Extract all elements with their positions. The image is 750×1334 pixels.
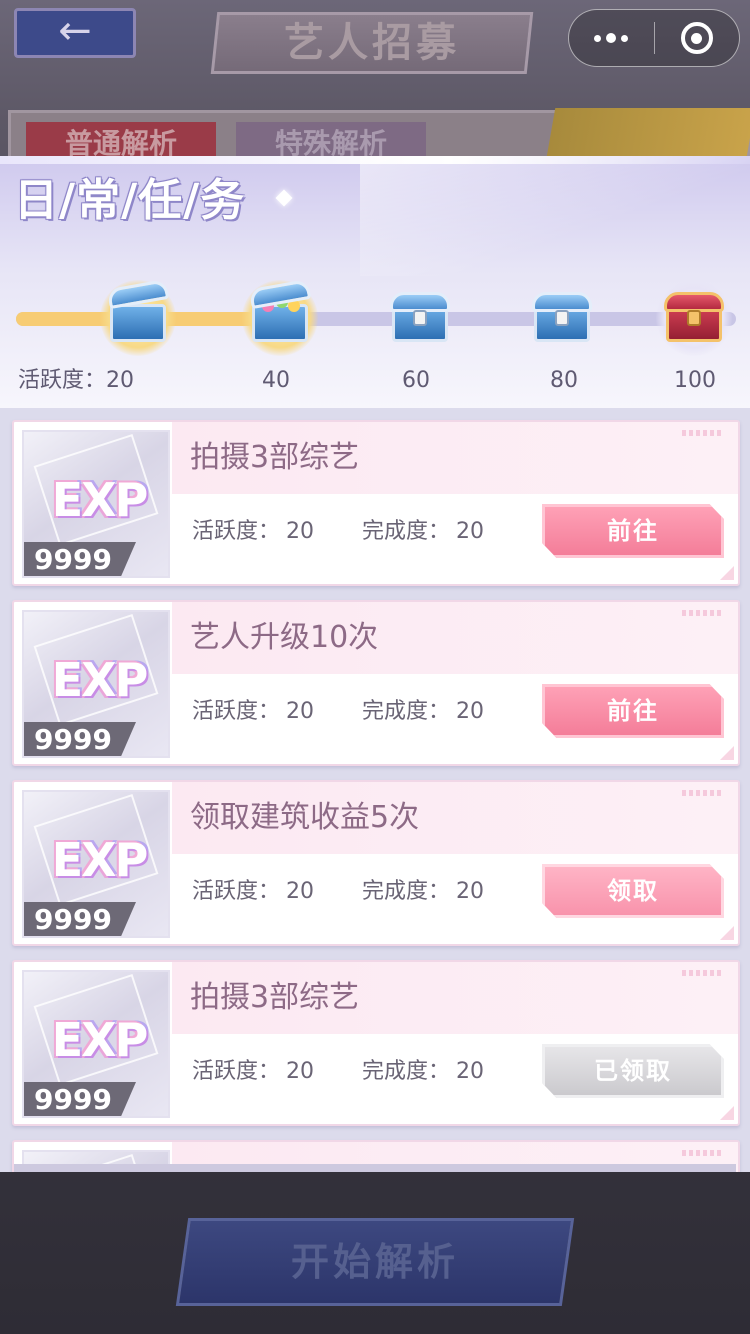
chest-gems-icon[interactable] (242, 278, 318, 356)
task-activity: 活跃度： 20 (192, 879, 315, 904)
start-analysis-label: 开始解析 (290, 1239, 459, 1284)
milestone-label: 80 (550, 368, 578, 393)
reward-quantity: 9999 (34, 1083, 112, 1116)
task-activity: 活跃度： 20 (192, 519, 315, 544)
exp-reward-icon: EXP 9999 (22, 610, 170, 758)
task-card: EXP 9999 拍摄3部综艺 活跃度： 20 完成度： 20 前往 (12, 420, 740, 586)
daily-task-panel: 日/常/任/务 活跃度：20 40 60 80 100 EXP 9999 拍摄3… (0, 156, 750, 1172)
ellipsis-icon (606, 33, 617, 43)
go-button[interactable]: 前往 (542, 504, 724, 558)
milestone-label: 100 (674, 368, 716, 393)
reward-quantity: 9999 (34, 543, 112, 576)
target-icon (680, 22, 713, 54)
chest-blue-icon[interactable] (524, 280, 600, 356)
task-name: 拍摄3部综艺 (190, 440, 360, 475)
task-progress: 完成度： 20 (362, 1059, 485, 1084)
milestone-label: 40 (262, 368, 290, 393)
more-options-button[interactable] (569, 10, 654, 66)
task-name: 领取建筑收益5次 (190, 800, 420, 835)
exp-reward-icon: EXP 9999 (22, 970, 170, 1118)
page-title: 艺人招募 (284, 19, 460, 66)
panel-title: 日/常/任/务 (14, 175, 246, 226)
activity-label: 活跃度：20 (18, 368, 135, 393)
task-progress: 完成度： 20 (362, 519, 485, 544)
task-activity: 活跃度： 20 (192, 1059, 315, 1084)
exp-reward-icon: EXP 9999 (22, 430, 170, 578)
task-name: 拍摄3部综艺 (190, 980, 360, 1015)
task-activity: 活跃度： 20 (192, 699, 315, 724)
miniprogram-capsule (568, 9, 740, 67)
reward-quantity: 9999 (34, 723, 112, 756)
back-button: ← (14, 8, 136, 58)
task-card: EXP 9999 艺人升级10次 活跃度： 20 完成度： 20 前往 (12, 600, 740, 766)
exp-reward-icon: EXP 9999 (22, 790, 170, 938)
task-card: EXP 9999 拍摄3部综艺 活跃度： 20 完成度： 20 已领取 (12, 960, 740, 1126)
ellipsis-icon (621, 34, 629, 42)
task-card: EXP 9999 领取建筑收益5次 活跃度： 20 完成度： 20 领取 (12, 780, 740, 946)
chest-red-icon[interactable] (656, 280, 732, 356)
ellipsis-icon (594, 34, 602, 42)
panel-bottom-edge (14, 1164, 736, 1172)
page-title-banner: 艺人招募 (210, 12, 534, 74)
claim-button[interactable]: 领取 (542, 864, 724, 918)
sparkle-icon (275, 189, 293, 207)
start-analysis-button: 开始解析 (175, 1218, 575, 1306)
claimed-button: 已领取 (542, 1044, 724, 1098)
task-progress: 完成度： 20 (362, 699, 485, 724)
chest-blue-icon[interactable] (382, 280, 458, 356)
close-miniprogram-button[interactable] (655, 10, 740, 66)
back-arrow-icon: ← (58, 8, 92, 54)
reward-quantity: 9999 (34, 903, 112, 936)
go-button[interactable]: 前往 (542, 684, 724, 738)
milestone-label: 60 (402, 368, 430, 393)
task-name: 艺人升级10次 (190, 620, 379, 655)
chest-open-icon[interactable] (100, 278, 176, 356)
panel-header: 日/常/任/务 活跃度：20 40 60 80 100 (0, 156, 750, 408)
task-progress: 完成度： 20 (362, 879, 485, 904)
